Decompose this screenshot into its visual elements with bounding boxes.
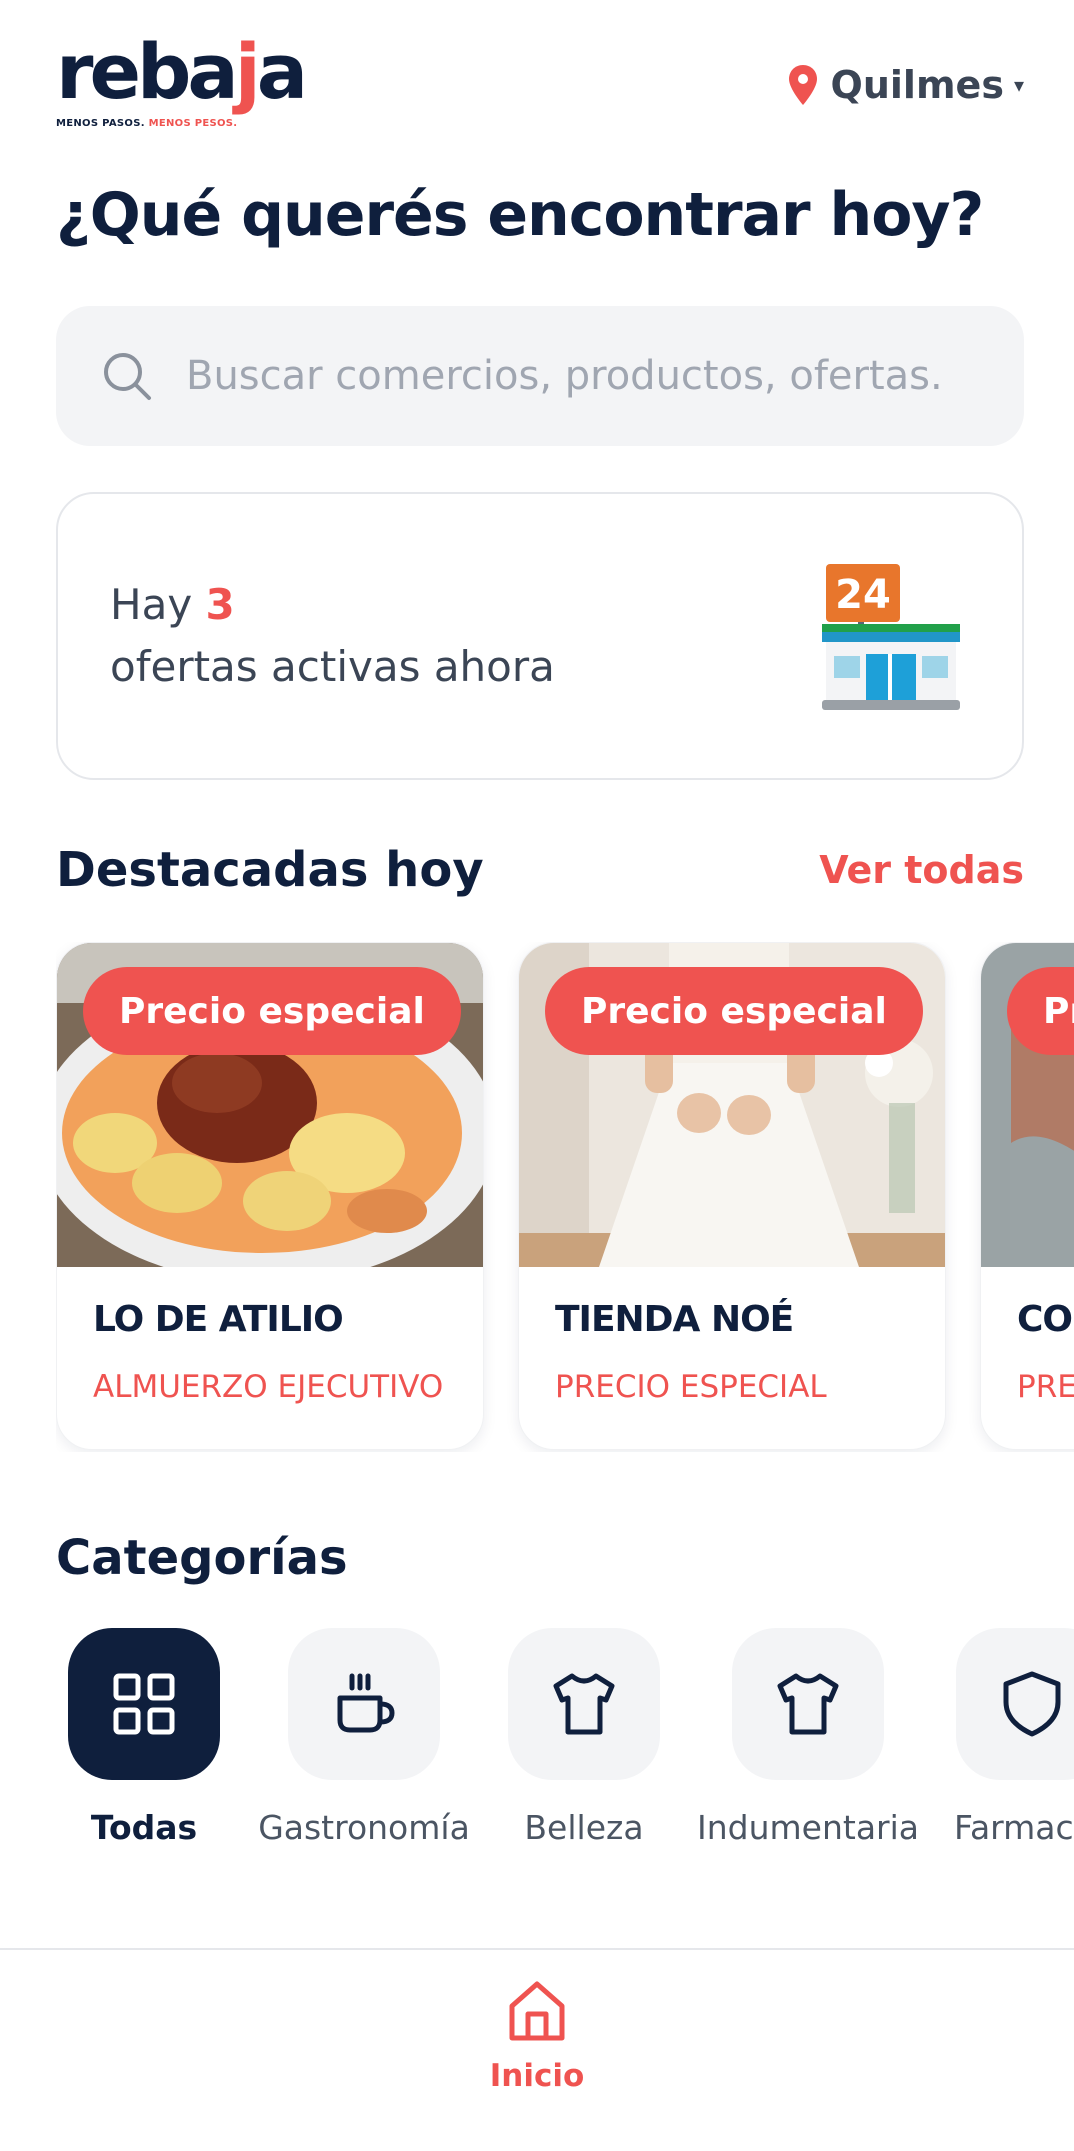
- convenience-store-icon: 24: [822, 564, 960, 710]
- category-tile: [732, 1628, 884, 1780]
- page-title: ¿Qué querés encontrar hoy?: [56, 180, 984, 250]
- category-todas[interactable]: Todas: [56, 1628, 276, 1868]
- offers-count: 3: [205, 580, 235, 629]
- featured-card-subtitle: PRE: [1017, 1369, 1074, 1405]
- rebaja-logo[interactable]: rebaja MENOS PASOS. MENOS PESOS.: [56, 34, 316, 140]
- featured-carousel[interactable]: Precio especial LO DE ATILIO ALMUERZO EJ…: [56, 942, 1074, 1452]
- featured-card[interactable]: Precio especial TIENDA NOÉ PRECIO ESPECI…: [518, 942, 946, 1450]
- grid-icon: [113, 1673, 175, 1735]
- location-pin-icon: [788, 65, 817, 105]
- category-label: Gastronomía: [258, 1808, 470, 1847]
- search-bar[interactable]: [56, 306, 1024, 446]
- chevron-down-icon: ▾: [1013, 73, 1024, 97]
- location-selector[interactable]: Quilmes ▾: [788, 60, 1024, 110]
- bottom-navigation: Inicio: [0, 1948, 1074, 2151]
- featured-card[interactable]: Precio especial LO DE ATILIO ALMUERZO EJ…: [56, 942, 484, 1450]
- featured-section-title: Destacadas hoy: [56, 842, 484, 898]
- featured-card[interactable]: Pr CO PRE: [980, 942, 1074, 1450]
- shirt-icon: [777, 1673, 839, 1735]
- category-label: Indumentaria: [697, 1808, 919, 1847]
- categories-row[interactable]: Todas Gastronomía Belleza Indumentaria F…: [56, 1628, 1074, 1868]
- category-tile: [956, 1628, 1074, 1780]
- category-label: Farmac: [954, 1808, 1074, 1847]
- search-input[interactable]: [186, 353, 966, 399]
- offers-prefix: Hay: [110, 580, 193, 629]
- featured-card-name: CO: [1017, 1299, 1073, 1340]
- offers-count-line: Hay 3: [110, 580, 235, 629]
- coffee-cup-icon: [337, 1673, 395, 1733]
- price-badge: Precio especial: [545, 967, 923, 1055]
- app-header: rebaja MENOS PASOS. MENOS PESOS. Quilmes…: [56, 34, 1024, 140]
- category-label: Todas: [90, 1808, 198, 1847]
- shirt-icon: [553, 1673, 615, 1735]
- nav-home-label: Inicio: [489, 2058, 585, 2094]
- see-all-link[interactable]: Ver todas: [819, 848, 1024, 892]
- location-name: Quilmes: [830, 63, 1004, 107]
- logo-tagline: MENOS PASOS. MENOS PESOS.: [56, 118, 238, 129]
- active-offers-card[interactable]: Hay 3 ofertas activas ahora 24: [56, 492, 1024, 780]
- store-sign-text: 24: [835, 572, 891, 618]
- featured-card-name: LO DE ATILIO: [93, 1299, 344, 1340]
- category-indumentaria[interactable]: Indumentaria: [697, 1628, 950, 1868]
- category-farmacia[interactable]: Farmac: [954, 1628, 1074, 1868]
- offers-text: ofertas activas ahora: [110, 642, 555, 691]
- logo-wordmark: rebaja: [56, 27, 308, 116]
- featured-card-subtitle: ALMUERZO EJECUTIVO: [93, 1369, 444, 1405]
- category-tile: [68, 1628, 220, 1780]
- category-belleza[interactable]: Belleza: [506, 1628, 726, 1868]
- home-icon: [509, 1981, 565, 2041]
- category-gastronomia[interactable]: Gastronomía: [258, 1628, 506, 1868]
- category-label: Belleza: [524, 1808, 644, 1847]
- categories-section-title: Categorías: [56, 1530, 348, 1586]
- search-icon: [104, 353, 151, 400]
- nav-home-tab[interactable]: Inicio: [487, 1978, 587, 2108]
- price-badge: Precio especial: [83, 967, 461, 1055]
- featured-card-subtitle: PRECIO ESPECIAL: [555, 1369, 827, 1405]
- category-tile: [288, 1628, 440, 1780]
- category-tile: [508, 1628, 660, 1780]
- shield-icon: [1003, 1671, 1061, 1737]
- featured-card-name: TIENDA NOÉ: [555, 1299, 794, 1340]
